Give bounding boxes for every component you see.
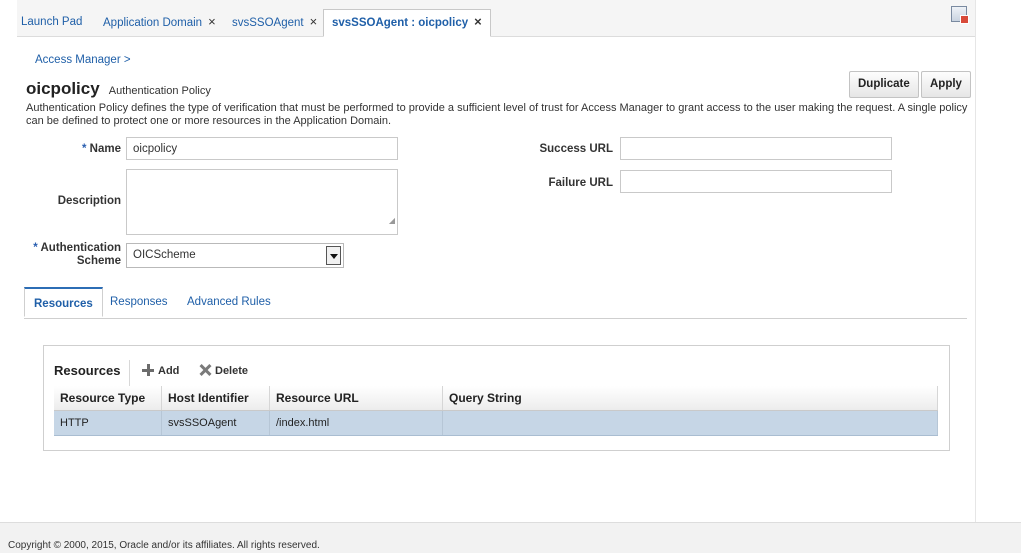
failure-url-label: Failure URL [548, 177, 613, 189]
table-cell: /index.html [269, 410, 443, 436]
footer: Copyright © 2000, 2015, Oracle and/or it… [0, 522, 1021, 553]
tab-responses[interactable]: Responses [110, 296, 168, 308]
close-icon[interactable]: × [208, 14, 216, 29]
delete-x-icon [199, 364, 211, 376]
close-icon[interactable]: × [310, 14, 318, 29]
tab-label: svsSSOAgent : oicpolicy [332, 17, 469, 29]
tab-advanced-rules[interactable]: Advanced Rules [187, 296, 271, 308]
add-label: Add [158, 365, 180, 377]
page-title: oicpolicy [26, 79, 100, 98]
failure-url-field[interactable] [620, 170, 892, 193]
auth-scheme-value: OICScheme [133, 249, 196, 261]
tab-label: Application Domain [103, 17, 203, 29]
auth-scheme-label-line1: Authentication [40, 242, 122, 254]
column-header[interactable]: Host Identifier [161, 386, 270, 411]
resources-title: Resources [54, 363, 121, 378]
tab-label: Launch Pad [21, 16, 83, 28]
table-header-row: Resource Type Host Identifier Resource U… [54, 386, 938, 411]
name-field[interactable]: oicpolicy [126, 137, 398, 160]
column-header[interactable]: Resource URL [269, 386, 443, 411]
close-icon[interactable]: × [474, 14, 482, 29]
copyright-text: Copyright © 2000, 2015, Oracle and/or it… [8, 540, 320, 551]
page-subtitle: Authentication Policy [108, 85, 211, 97]
policy-subtabs: Resources Responses Advanced Rules [24, 287, 967, 319]
success-url-field[interactable] [620, 137, 892, 160]
tab-oicpolicy[interactable]: svsSSOAgent : oicpolicy × [323, 9, 491, 37]
delete-button[interactable]: Delete [199, 364, 248, 377]
document-tab-bar: Launch Pad Application Domain × svsSSOAge… [17, 0, 975, 37]
tab-svsssoagent[interactable]: svsSSOAgent × [232, 10, 317, 36]
table-row[interactable]: HTTP svsSSOAgent /index.html [54, 410, 938, 436]
auth-scheme-label-line2: Scheme [76, 255, 121, 267]
duplicate-button[interactable]: Duplicate [849, 71, 919, 98]
tab-application-domain[interactable]: Application Domain × [103, 10, 216, 36]
page-description: Authentication Policy defines the type o… [26, 102, 968, 127]
resources-panel: Resources Add Delete Resource Type Host … [43, 345, 950, 451]
name-label: * Name [57, 143, 121, 155]
table-cell [442, 410, 938, 436]
description-field[interactable]: ◢ [126, 169, 398, 235]
required-marker: * [33, 242, 38, 254]
tab-launch-pad[interactable]: Launch Pad [21, 10, 82, 36]
column-header[interactable]: Query String [442, 386, 938, 411]
add-plus-icon [142, 364, 154, 376]
resources-table: Resource Type Host Identifier Resource U… [54, 386, 938, 436]
breadcrumb[interactable]: Access Manager > [35, 54, 131, 66]
main-panel: Launch Pad Application Domain × svsSSOAge… [17, 0, 976, 522]
success-url-label: Success URL [539, 143, 613, 155]
column-header[interactable]: Resource Type [54, 386, 162, 411]
table-cell: svsSSOAgent [161, 410, 270, 436]
tab-label: svsSSOAgent [232, 17, 304, 29]
toolbar-export-icon[interactable] [951, 6, 969, 24]
add-button[interactable]: Add [142, 364, 179, 377]
tab-resources[interactable]: Resources [24, 287, 103, 317]
resize-grip-icon[interactable]: ◢ [389, 209, 395, 232]
description-label: Description [57, 195, 121, 207]
auth-scheme-select[interactable]: OICScheme [126, 243, 344, 268]
page-header: oicpolicy Authentication Policy [26, 79, 211, 99]
delete-label: Delete [215, 365, 249, 377]
toolbar-divider [129, 360, 130, 386]
table-cell: HTTP [54, 410, 162, 436]
auth-scheme-label: * Authentication Scheme [23, 242, 121, 268]
name-label-text: Name [89, 143, 121, 155]
dropdown-arrow-icon[interactable] [326, 246, 341, 265]
apply-button[interactable]: Apply [921, 71, 971, 98]
required-marker: * [81, 143, 87, 155]
